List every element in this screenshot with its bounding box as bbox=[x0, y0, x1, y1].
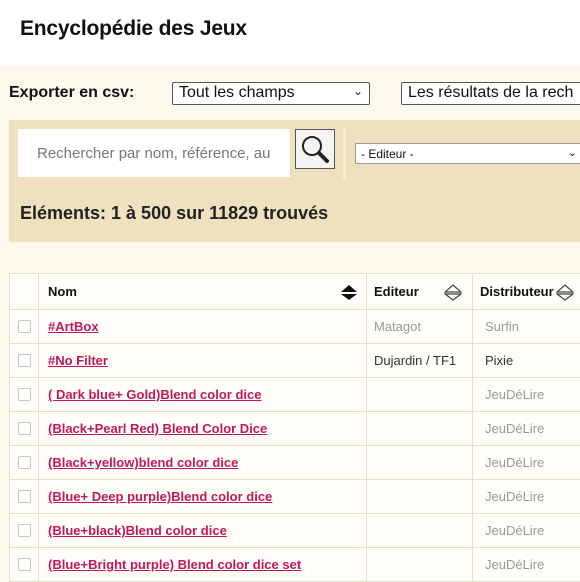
distributor-cell: JeuDéLire bbox=[473, 557, 544, 572]
row-checkbox[interactable] bbox=[18, 354, 31, 367]
panel-divider bbox=[343, 128, 346, 181]
editor-cell bbox=[367, 489, 380, 504]
editor-cell bbox=[367, 523, 380, 538]
search-input[interactable] bbox=[18, 129, 290, 177]
game-name-link[interactable]: #No Filter bbox=[39, 353, 108, 368]
table-row: (Black+yellow)blend color dice JeuDéLire bbox=[10, 446, 580, 480]
column-editor-label: Editeur bbox=[374, 284, 419, 299]
column-header-distributor[interactable]: Distributeur bbox=[473, 274, 580, 310]
distributor-cell: JeuDéLire bbox=[473, 489, 544, 504]
editor-cell bbox=[367, 421, 380, 436]
table-row: (Blue+black)Blend color dice JeuDéLire bbox=[10, 514, 580, 548]
table-row: #ArtBox Matagot Surfin bbox=[10, 310, 580, 344]
sort-icon[interactable] bbox=[556, 283, 574, 301]
table-row: (Blue+ Deep purple)Blend color dice JeuD… bbox=[10, 480, 580, 514]
editor-cell bbox=[367, 387, 380, 402]
editor-cell: Dujardin / TF1 bbox=[367, 353, 456, 368]
header-check-cell bbox=[10, 274, 39, 310]
column-header-name[interactable]: Nom bbox=[39, 274, 367, 310]
editor-select[interactable]: - Editeur - ⌄ bbox=[355, 143, 580, 164]
result-count: Eléments: 1 à 500 sur 11829 trouvés bbox=[20, 203, 328, 224]
export-label: Exporter en csv: bbox=[9, 84, 134, 102]
game-name-link[interactable]: (Black+Pearl Red) Blend Color Dice bbox=[39, 421, 267, 436]
editor-select-value: - Editeur - bbox=[361, 147, 414, 161]
row-checkbox[interactable] bbox=[18, 524, 31, 537]
distributor-cell: JeuDéLire bbox=[473, 455, 544, 470]
export-results-select[interactable]: Les résultats de la rech bbox=[401, 82, 580, 105]
distributor-cell: JeuDéLire bbox=[473, 421, 544, 436]
table-row: (Blue+Bright purple) Blend color dice se… bbox=[10, 548, 580, 582]
game-name-link[interactable]: (Blue+ Deep purple)Blend color dice bbox=[39, 489, 272, 504]
game-name-link[interactable]: ( Dark blue+ Gold)Blend color dice bbox=[39, 387, 261, 402]
table-row: #No Filter Dujardin / TF1 Pixie bbox=[10, 344, 580, 378]
chevron-down-icon: ⌄ bbox=[568, 146, 577, 159]
export-fields-select[interactable]: Tout les champs ⌄ bbox=[172, 82, 370, 105]
export-fields-value: Tout les champs bbox=[179, 84, 295, 101]
sort-icon[interactable] bbox=[444, 283, 462, 301]
game-name-link[interactable]: (Black+yellow)blend color dice bbox=[39, 455, 238, 470]
column-distributor-label: Distributeur bbox=[480, 284, 554, 299]
editor-cell: Matagot bbox=[367, 319, 421, 334]
search-button[interactable] bbox=[295, 129, 335, 169]
distributor-cell: Surfin bbox=[473, 319, 519, 334]
sort-icon[interactable] bbox=[340, 283, 358, 301]
row-checkbox[interactable] bbox=[18, 320, 31, 333]
chevron-down-icon: ⌄ bbox=[353, 84, 363, 98]
game-name-link[interactable]: (Blue+black)Blend color dice bbox=[39, 523, 227, 538]
row-checkbox[interactable] bbox=[18, 422, 31, 435]
results-table: Nom Editeur Distribu bbox=[9, 273, 580, 582]
game-name-link[interactable]: (Blue+Bright purple) Blend color dice se… bbox=[39, 557, 301, 572]
site-header: Encyclopédie des Jeux bbox=[0, 0, 580, 66]
editor-cell bbox=[367, 455, 380, 470]
row-checkbox[interactable] bbox=[18, 558, 31, 571]
row-checkbox[interactable] bbox=[18, 490, 31, 503]
distributor-cell: JeuDéLire bbox=[473, 523, 544, 538]
distributor-cell: Pixie bbox=[473, 353, 513, 368]
table-row: ( Dark blue+ Gold)Blend color dice JeuDé… bbox=[10, 378, 580, 412]
column-name-label: Nom bbox=[48, 284, 77, 299]
row-checkbox[interactable] bbox=[18, 388, 31, 401]
export-results-value: Les résultats de la rech bbox=[408, 84, 573, 101]
distributor-cell: JeuDéLire bbox=[473, 387, 544, 402]
magnifier-icon bbox=[296, 130, 334, 168]
game-name-link[interactable]: #ArtBox bbox=[39, 319, 99, 334]
row-checkbox[interactable] bbox=[18, 456, 31, 469]
table-row: (Black+Pearl Red) Blend Color Dice JeuDé… bbox=[10, 412, 580, 446]
page-title: Encyclopédie des Jeux bbox=[20, 17, 247, 41]
column-header-editor[interactable]: Editeur bbox=[367, 274, 473, 310]
table-header-row: Nom Editeur Distribu bbox=[10, 274, 580, 310]
editor-cell bbox=[367, 557, 380, 572]
